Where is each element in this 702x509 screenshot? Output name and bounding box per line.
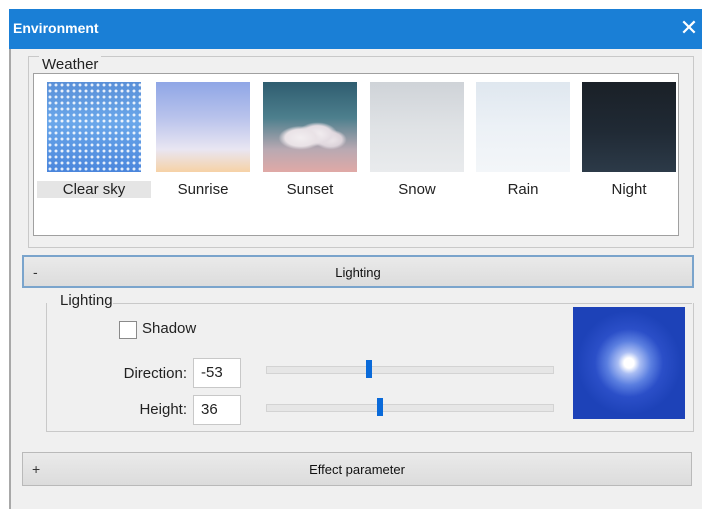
preset-label: Rain <box>507 181 539 198</box>
preset-label: Snow <box>398 181 436 198</box>
rain-thumbnail <box>476 82 570 172</box>
section-title: Effect parameter <box>309 462 405 477</box>
close-icon[interactable]: ✕ <box>676 15 702 41</box>
clear-sky-thumbnail <box>47 82 141 172</box>
section-title: Lighting <box>335 265 381 280</box>
window-left-border <box>9 49 11 509</box>
direction-field[interactable]: -53 <box>193 358 241 388</box>
preset-label: Clear sky <box>37 181 151 198</box>
weather-preset-sunrise[interactable]: Sunrise <box>156 82 250 202</box>
direction-slider-track[interactable] <box>266 366 554 374</box>
weather-preset-sunset[interactable]: Sunset <box>263 82 357 202</box>
weather-preset-clear-sky[interactable]: Clear sky <box>37 82 151 202</box>
group-divider <box>104 303 692 304</box>
weather-group-label: Weather <box>39 56 102 73</box>
window-title: Environment <box>13 20 99 36</box>
direction-label: Direction: <box>123 365 187 382</box>
effect-parameter-section-header[interactable]: + Effect parameter <box>22 452 692 486</box>
preset-label: Night <box>611 181 647 198</box>
lighting-group-label: Lighting <box>60 292 113 309</box>
weather-preset-rain[interactable]: Rain <box>476 82 570 202</box>
height-field[interactable]: 36 <box>193 395 241 425</box>
sunrise-thumbnail <box>156 82 250 172</box>
night-thumbnail <box>582 82 676 172</box>
preset-label: Sunrise <box>177 181 229 198</box>
light-direction-preview[interactable] <box>573 307 685 419</box>
shadow-label: Shadow <box>142 320 197 337</box>
height-slider-thumb[interactable] <box>377 398 383 416</box>
weather-preset-night[interactable]: Night <box>582 82 676 202</box>
weather-preset-snow[interactable]: Snow <box>370 82 464 202</box>
weather-presets-panel: Clear sky Sunrise Sunset Snow Rain Night <box>33 73 679 236</box>
lighting-section-header[interactable]: - Lighting <box>22 255 694 288</box>
height-label: Height: <box>139 401 187 418</box>
direction-slider-thumb[interactable] <box>366 360 372 378</box>
snow-thumbnail <box>370 82 464 172</box>
height-slider-track[interactable] <box>266 404 554 412</box>
preset-label: Sunset <box>286 181 334 198</box>
sunset-thumbnail <box>263 82 357 172</box>
title-bar: Environment ✕ <box>9 9 702 49</box>
shadow-checkbox[interactable] <box>119 321 137 339</box>
